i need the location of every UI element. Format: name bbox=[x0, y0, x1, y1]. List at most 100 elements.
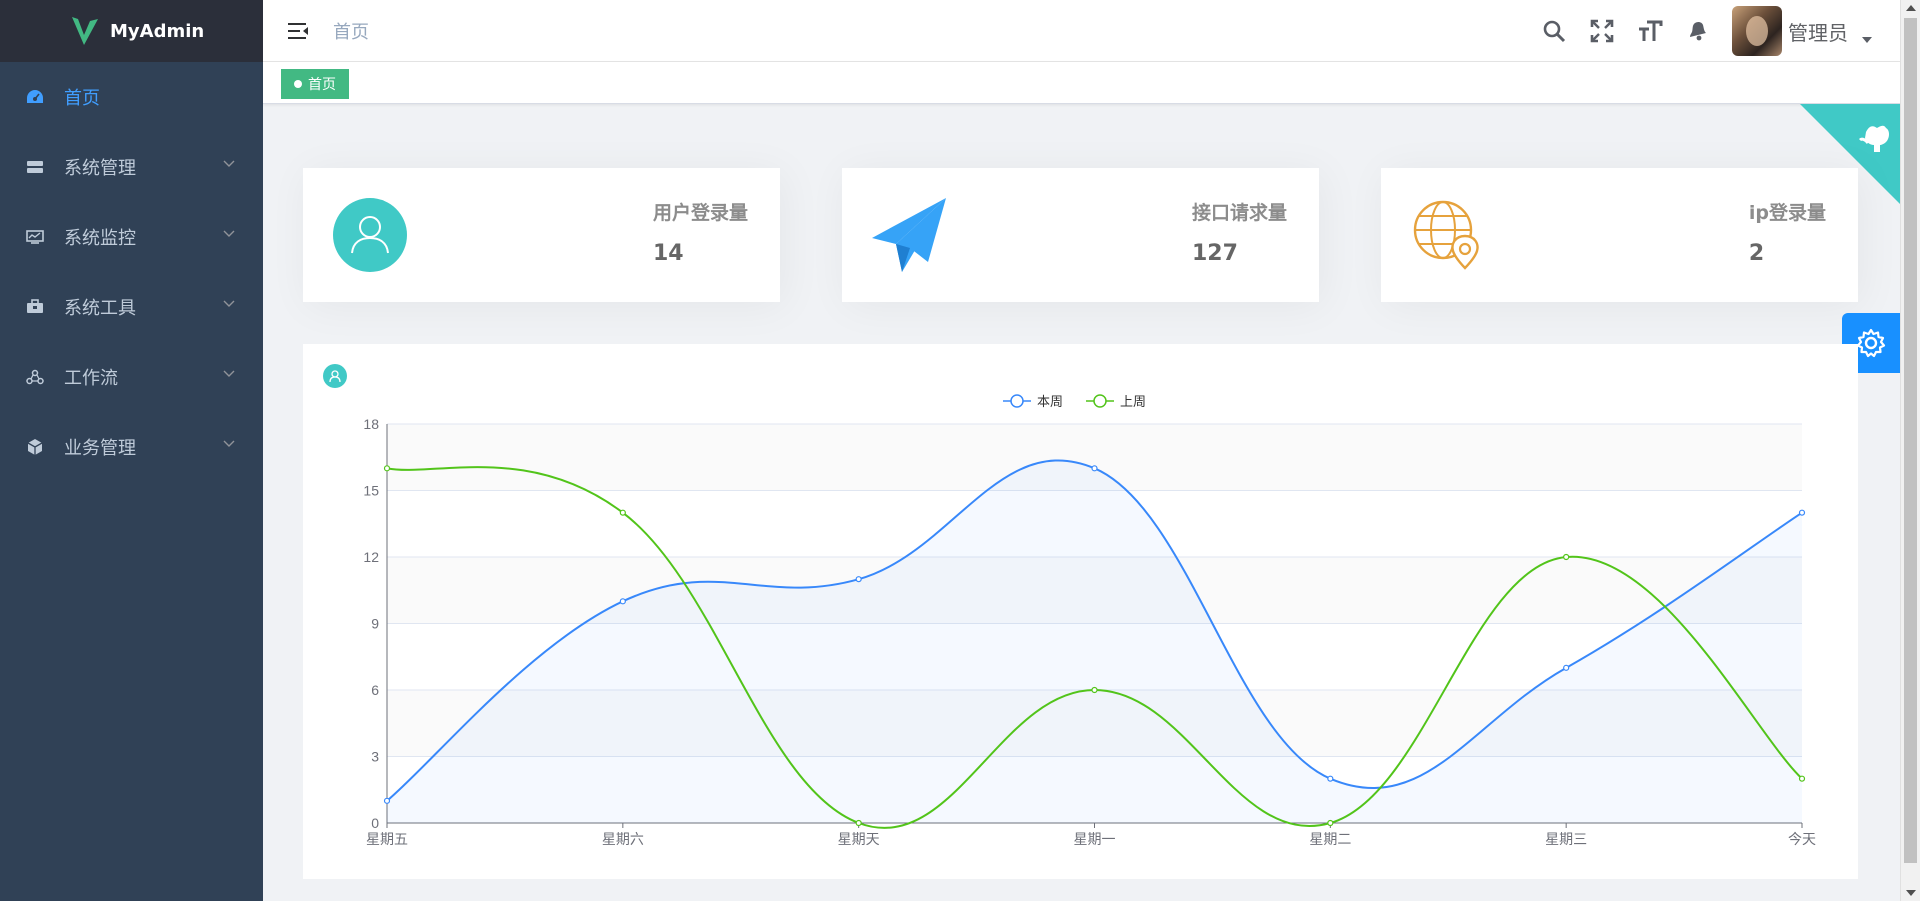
dashboard-icon bbox=[26, 88, 44, 106]
panel-value: 14 bbox=[652, 241, 684, 266]
data-point bbox=[1798, 775, 1806, 782]
panel-value: 127 bbox=[1191, 241, 1238, 266]
sidebar-menu: 首页 系统管理 系统监控 系统工具 工作流 业务管理 bbox=[0, 62, 263, 482]
sidebar-item-home[interactable]: 首页 bbox=[0, 62, 263, 132]
data-point bbox=[855, 576, 862, 583]
hamburger-icon bbox=[288, 22, 308, 39]
scrollbar-thumb[interactable] bbox=[1904, 18, 1917, 863]
gear-icon bbox=[1856, 328, 1886, 358]
data-point bbox=[1798, 509, 1806, 516]
font-size-icon bbox=[1639, 20, 1663, 41]
font-size-button[interactable] bbox=[1626, 7, 1674, 55]
globe-location-icon bbox=[1409, 196, 1487, 274]
scroll-down-icon[interactable] bbox=[1906, 890, 1916, 896]
tags-view: 首页 bbox=[263, 62, 1900, 104]
scroll-up-icon[interactable] bbox=[1906, 5, 1916, 11]
data-point bbox=[1091, 465, 1098, 472]
x-tick-label: 星期二 bbox=[1309, 832, 1351, 848]
y-tick-label: 3 bbox=[371, 749, 379, 765]
business-icon bbox=[26, 438, 44, 456]
breadcrumb: 首页 bbox=[333, 21, 369, 43]
active-dot-icon bbox=[294, 80, 302, 88]
navbar-right: 管理员 bbox=[1530, 0, 1872, 62]
x-tick-label: 星期五 bbox=[366, 832, 408, 848]
sidebar-item-system[interactable]: 系统管理 bbox=[0, 132, 263, 202]
toolbox-icon bbox=[26, 298, 44, 316]
x-tick-label: 星期三 bbox=[1545, 832, 1587, 848]
search-button[interactable] bbox=[1530, 7, 1578, 55]
user-icon bbox=[331, 196, 409, 274]
sidebar-item-workflow[interactable]: 工作流 bbox=[0, 342, 263, 412]
workflow-icon bbox=[26, 368, 44, 386]
logo-icon bbox=[72, 17, 98, 45]
chevron-down-icon bbox=[223, 440, 235, 447]
y-tick-label: 6 bbox=[371, 682, 379, 698]
y-tick-label: 18 bbox=[363, 416, 379, 432]
sidebar-item-business[interactable]: 业务管理 bbox=[0, 412, 263, 482]
line-chart-card: 0 3 6 9 12 15 18 星期五 星期六 星期天 星期一 星期二 星期三 今天 本周 上周 bbox=[303, 344, 1858, 879]
data-point bbox=[383, 797, 391, 804]
data-point bbox=[1091, 686, 1098, 694]
panel-user-logins[interactable]: 用户登录量 14 bbox=[303, 168, 780, 302]
x-tick-label: 今天 bbox=[1788, 832, 1816, 848]
data-point bbox=[1327, 775, 1334, 782]
fullscreen-button[interactable] bbox=[1578, 7, 1626, 55]
sidebar-item-label: 首页 bbox=[64, 88, 100, 109]
monitor-icon bbox=[26, 228, 44, 246]
paper-plane-icon bbox=[870, 196, 948, 274]
data-point bbox=[383, 465, 391, 472]
sidebar-item-label: 工作流 bbox=[64, 368, 118, 389]
sidebar-item-label: 系统管理 bbox=[64, 158, 136, 179]
legend-marker bbox=[1093, 394, 1107, 408]
sidebar-item-tools[interactable]: 系统工具 bbox=[0, 272, 263, 342]
sidebar-item-label: 业务管理 bbox=[64, 438, 136, 459]
y-tick-label: 12 bbox=[363, 549, 379, 565]
search-icon bbox=[1543, 20, 1566, 43]
y-tick-label: 9 bbox=[371, 616, 379, 632]
chevron-down-icon bbox=[223, 230, 235, 237]
panel-label: ip登录量 bbox=[1748, 202, 1826, 224]
sidebar-toggle[interactable] bbox=[283, 16, 313, 46]
bell-icon bbox=[1690, 21, 1706, 41]
panel-label: 用户登录量 bbox=[652, 202, 748, 224]
legend-label: 本周 bbox=[1037, 395, 1063, 410]
legend-label: 上周 bbox=[1120, 395, 1146, 410]
system-icon bbox=[26, 158, 44, 176]
avatar[interactable] bbox=[1732, 6, 1782, 56]
notification-button[interactable] bbox=[1674, 7, 1722, 55]
caret-down-icon[interactable] bbox=[1862, 37, 1872, 43]
sidebar-item-label: 系统工具 bbox=[64, 298, 136, 319]
panel-api-requests[interactable]: 接口请求量 127 bbox=[842, 168, 1319, 302]
data-point bbox=[1327, 819, 1334, 827]
app-logo[interactable]: MyAdmin bbox=[0, 0, 263, 62]
tag-label: 首页 bbox=[308, 77, 336, 93]
app-title: MyAdmin bbox=[110, 20, 205, 42]
panel-value: 2 bbox=[1748, 241, 1765, 266]
data-point bbox=[619, 598, 626, 605]
sidebar: MyAdmin 首页 系统管理 系统监控 系统工具 工作流 业务管理 bbox=[0, 0, 263, 901]
username[interactable]: 管理员 bbox=[1788, 17, 1848, 46]
navbar: 首页 管理员 bbox=[263, 0, 1900, 62]
chevron-down-icon bbox=[223, 370, 235, 377]
x-tick-label: 星期一 bbox=[1074, 832, 1116, 848]
chevron-down-icon bbox=[223, 300, 235, 307]
series-area bbox=[387, 460, 1802, 823]
data-point bbox=[619, 509, 626, 516]
data-point bbox=[1563, 664, 1570, 671]
data-point bbox=[1563, 553, 1570, 561]
y-tick-label: 15 bbox=[363, 483, 379, 499]
vertical-scrollbar[interactable] bbox=[1900, 0, 1920, 901]
legend-marker bbox=[1010, 394, 1024, 408]
x-tick-label: 星期天 bbox=[838, 832, 880, 848]
y-tick-label: 0 bbox=[371, 815, 379, 831]
tag-home[interactable]: 首页 bbox=[281, 69, 349, 99]
sidebar-item-monitor[interactable]: 系统监控 bbox=[0, 202, 263, 272]
chevron-down-icon bbox=[223, 160, 235, 167]
panel-ip-logins[interactable]: ip登录量 2 bbox=[1381, 168, 1858, 302]
panel-label: 接口请求量 bbox=[1191, 202, 1287, 224]
sidebar-item-label: 系统监控 bbox=[64, 228, 136, 249]
data-point bbox=[855, 819, 862, 827]
line-chart: 0 3 6 9 12 15 18 星期五 星期六 星期天 星期一 星期二 星期三 今天 本周 上周 bbox=[363, 394, 1816, 848]
x-tick-label: 星期六 bbox=[602, 832, 644, 848]
fullscreen-icon bbox=[1590, 19, 1614, 43]
